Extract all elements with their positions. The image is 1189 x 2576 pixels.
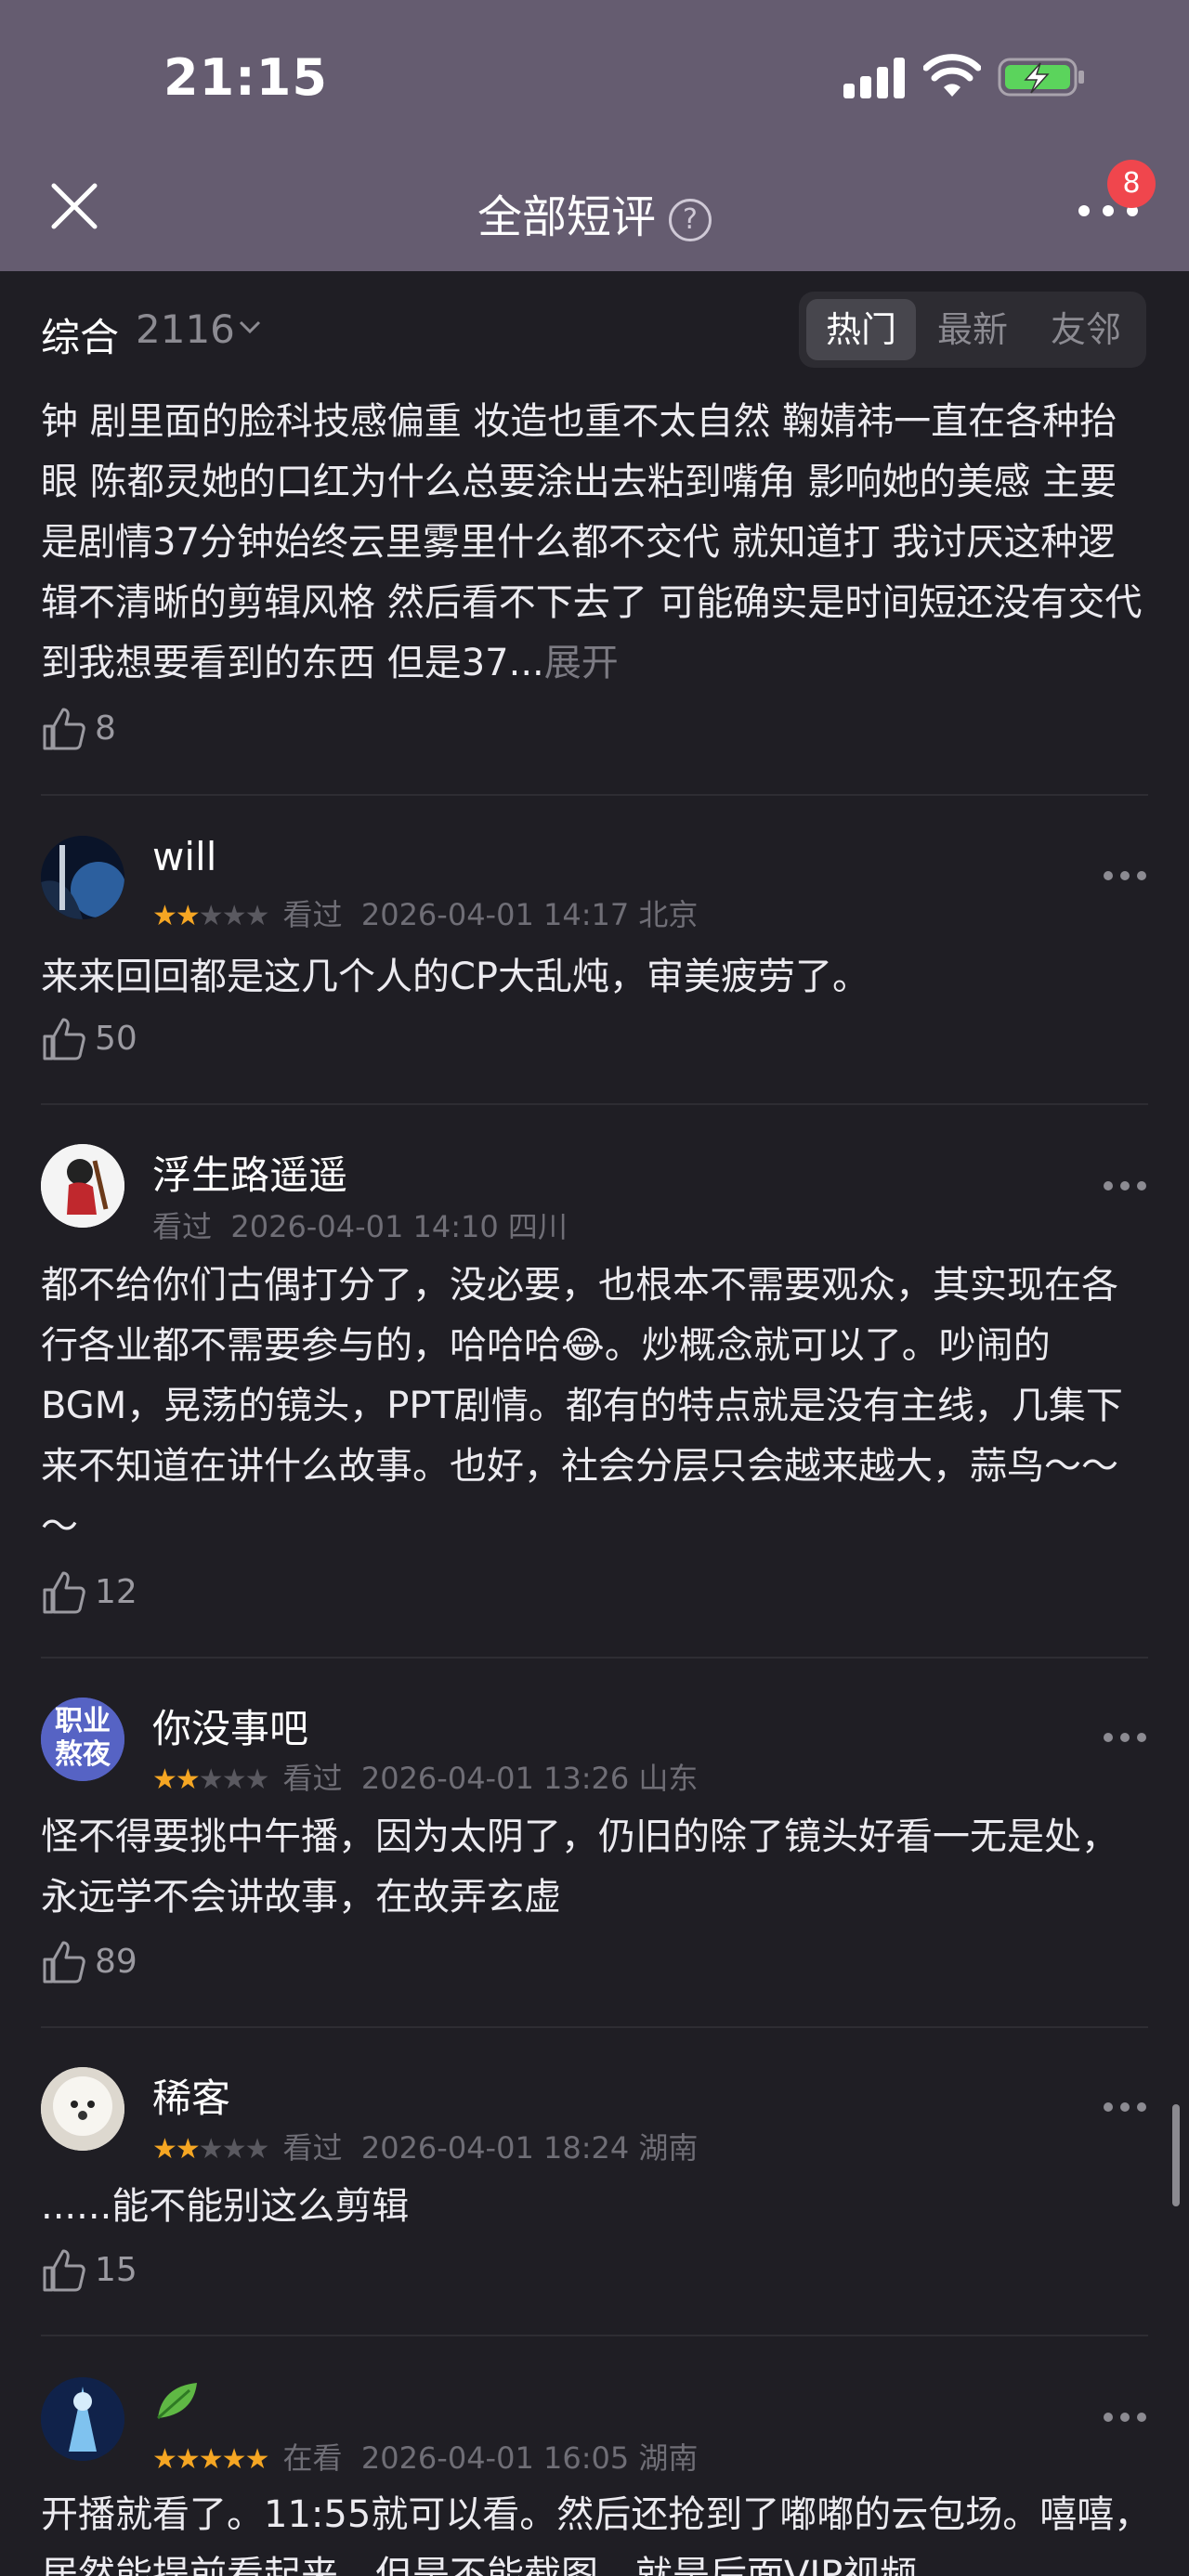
rating-stars: ★★★★★ [152, 900, 269, 932]
signal-icon [843, 58, 905, 98]
scrollbar[interactable] [1172, 2104, 1180, 2206]
avatar-text: 职业熬夜 [55, 1705, 111, 1771]
thumbs-up-icon [43, 708, 85, 750]
username[interactable]: 浮生路遥遥 [152, 1144, 347, 1201]
divider [41, 2335, 1148, 2336]
review-text: 开播就看了。11:55就可以看。然后还抢到了嘟嘟的云包场。嘻嘻，居然能提前看起来… [41, 2493, 1152, 2576]
username[interactable]: 稀客 [152, 2067, 230, 2124]
more-icon[interactable] [1102, 869, 1148, 882]
like-count: 15 [95, 2251, 137, 2289]
sort-tabs: 热门 最新 友邻 [799, 292, 1146, 368]
help-icon[interactable]: ? [669, 199, 712, 241]
username[interactable]: 你没事吧 [152, 1698, 308, 1754]
chevron-down-icon[interactable] [238, 318, 262, 336]
more-icon[interactable] [1102, 1179, 1148, 1192]
like-count: 50 [95, 1020, 137, 1058]
rating-stars: ★★★★★ [152, 2443, 269, 2476]
review-text: 都不给你们古偶打分了，没必要，也根本不需要观众，其实现在各行各业都不需要参与的，… [41, 1264, 1123, 1548]
review-meta: ★★★★★ 看过 2026-04-01 13:26 山东 [152, 1755, 698, 1798]
watch-status: 看过 [282, 1761, 343, 1796]
more-icon[interactable] [1102, 2101, 1148, 2114]
sort-bar: 综合 2116 热门 最新 友邻 [0, 271, 1189, 392]
avatar[interactable] [41, 2067, 124, 2151]
review-location: 北京 [638, 897, 699, 932]
watch-status: 在看 [282, 2440, 343, 2476]
tab-latest[interactable]: 最新 [918, 299, 1027, 360]
review-meta: ★★★★★ 在看 2026-04-01 16:05 湖南 [152, 2435, 698, 2478]
page-title-text: 全部短评 [477, 191, 656, 243]
watch-status: 看过 [282, 2130, 343, 2166]
review-text: 怪不得要挑中午播，因为太阴了，仍旧的除了镜头好看一无是处，永远学不会讲故事，在故… [41, 1815, 1118, 1919]
avatar-image [41, 836, 124, 919]
thumbs-up-icon [43, 1018, 85, 1060]
battery-icon [998, 58, 1084, 97]
review-location: 四川 [507, 1209, 568, 1244]
watch-status: 看过 [282, 897, 343, 932]
review-location: 湖南 [638, 2440, 699, 2476]
thumbs-up-icon [43, 1941, 85, 1984]
review-location: 山东 [638, 1761, 699, 1796]
review-meta: ★★★★★ 看过 2026-04-01 14:17 北京 [152, 891, 698, 934]
expand-link[interactable]: 展开 [544, 642, 619, 684]
more-icon[interactable] [1102, 1731, 1148, 1744]
divider [41, 2026, 1148, 2028]
username[interactable]: will [152, 834, 216, 879]
like-count: 89 [95, 1943, 137, 1981]
thumbs-up-icon [43, 1571, 85, 1614]
review-location: 湖南 [638, 2130, 699, 2166]
review-count[interactable]: 2116 [136, 306, 235, 352]
review-text: 来来回回都是这几个人的CP大乱炖，审美疲劳了。 [41, 956, 870, 998]
avatar-image [41, 2067, 124, 2151]
divider [41, 1657, 1148, 1659]
watch-status: 看过 [152, 1209, 213, 1244]
like-count: 8 [95, 709, 116, 748]
rating-stars: ★★★★★ [152, 1763, 269, 1796]
review-time: 2026-04-01 16:05 [360, 2440, 630, 2476]
review-time: 2026-04-01 14:10 [230, 1209, 499, 1244]
status-time: 21:15 [163, 48, 328, 107]
review-text: 钟 剧里面的脸科技感偏重 妆造也重不太自然 鞠婧祎一直在各种抬眼 陈都灵她的口红… [41, 392, 1152, 694]
avatar[interactable] [41, 836, 124, 919]
leaf-icon [157, 2383, 197, 2420]
tab-hot[interactable]: 热门 [806, 299, 916, 360]
notification-badge: 8 [1107, 160, 1156, 208]
more-icon[interactable] [1102, 2411, 1148, 2424]
avatar[interactable]: 职业熬夜 [41, 1698, 124, 1781]
review-meta: 看过 2026-04-01 14:10 四川 [152, 1203, 568, 1246]
avatar[interactable] [41, 2377, 124, 2461]
sort-label[interactable]: 综合 [41, 306, 119, 363]
review-text: ......能不能别这么剪辑 [41, 2185, 410, 2228]
review-time: 2026-04-01 18:24 [360, 2130, 630, 2166]
like-count: 12 [95, 1573, 137, 1611]
divider [41, 1103, 1148, 1105]
top-bar: 21:15 全部短评? 8 [0, 0, 1189, 271]
avatar-image [41, 1144, 124, 1228]
avatar-image [41, 2377, 124, 2461]
page-title: 全部短评? [0, 180, 1189, 245]
wifi-icon [923, 54, 981, 97]
rating-stars: ★★★★★ [152, 2133, 269, 2166]
tab-friends[interactable]: 友邻 [1031, 299, 1141, 360]
review-time: 2026-04-01 14:17 [360, 897, 630, 932]
review-time: 2026-04-01 13:26 [360, 1761, 630, 1796]
thumbs-up-icon [43, 2249, 85, 2292]
divider [41, 794, 1148, 796]
avatar[interactable] [41, 1144, 124, 1228]
review-meta: ★★★★★ 看过 2026-04-01 18:24 湖南 [152, 2125, 698, 2167]
